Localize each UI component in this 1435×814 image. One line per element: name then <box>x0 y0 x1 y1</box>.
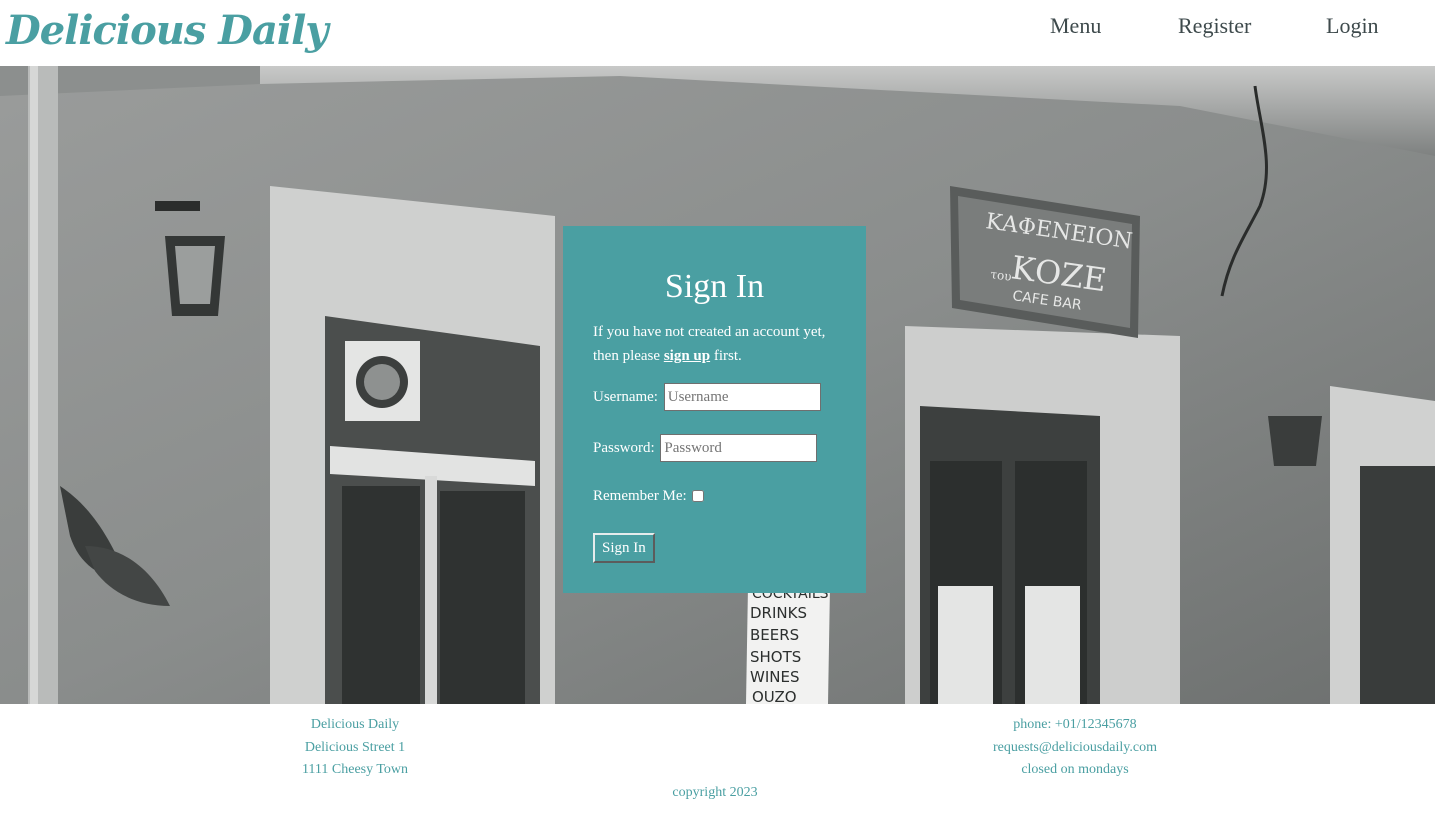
footer-phone: phone: +01/12345678 <box>1013 717 1137 732</box>
password-input[interactable] <box>660 434 818 462</box>
username-row: Username: <box>593 383 821 411</box>
signin-button[interactable]: Sign In <box>593 533 655 563</box>
signin-title: Sign In <box>664 268 765 305</box>
board-line-2: DRINKS <box>750 604 807 622</box>
remember-checkbox[interactable] <box>692 490 705 502</box>
footer-company: Delicious Daily <box>310 717 400 732</box>
signin-intro-text-end: first. <box>710 348 742 364</box>
nav-register-link[interactable]: Register <box>1178 12 1251 40</box>
board-line-6: OUZO <box>752 688 797 704</box>
brand-logo[interactable]: Delicious Daily <box>6 4 329 58</box>
footer-hours: closed on mondays <box>1021 762 1129 777</box>
signin-panel: Sign In If you have not created an accou… <box>563 226 866 593</box>
nav-login-link[interactable]: Login <box>1326 12 1379 40</box>
footer-town: 1111 Cheesy Town <box>301 762 409 777</box>
footer-street: Delicious Street 1 <box>304 739 406 755</box>
footer-contact: phone: +01/12345678 requests@deliciousda… <box>925 714 1225 782</box>
board-line-4: SHOTS <box>750 648 801 666</box>
site-header: Delicious Daily Menu Register Login <box>0 0 1435 66</box>
signin-intro: If you have not created an account yet, … <box>593 320 843 368</box>
username-label: Username: <box>593 389 658 405</box>
remember-label: Remember Me: <box>593 488 687 504</box>
username-input[interactable] <box>663 383 821 411</box>
board-line-3: BEERS <box>750 626 799 644</box>
site-footer: Delicious Daily Delicious Street 1 1111 … <box>0 704 1435 814</box>
nav-menu-link[interactable]: Menu <box>1050 12 1101 40</box>
footer-email: requests@deliciousdaily.com <box>992 739 1157 755</box>
remember-row: Remember Me: <box>593 482 705 510</box>
footer-copyright: copyright 2023 <box>672 785 758 800</box>
footer-address: Delicious Daily Delicious Street 1 1111 … <box>205 714 505 782</box>
password-row: Password: <box>593 434 818 462</box>
password-label: Password: <box>593 440 655 456</box>
board-line-5: WINES <box>750 668 799 686</box>
signup-link[interactable]: sign up <box>664 348 710 364</box>
